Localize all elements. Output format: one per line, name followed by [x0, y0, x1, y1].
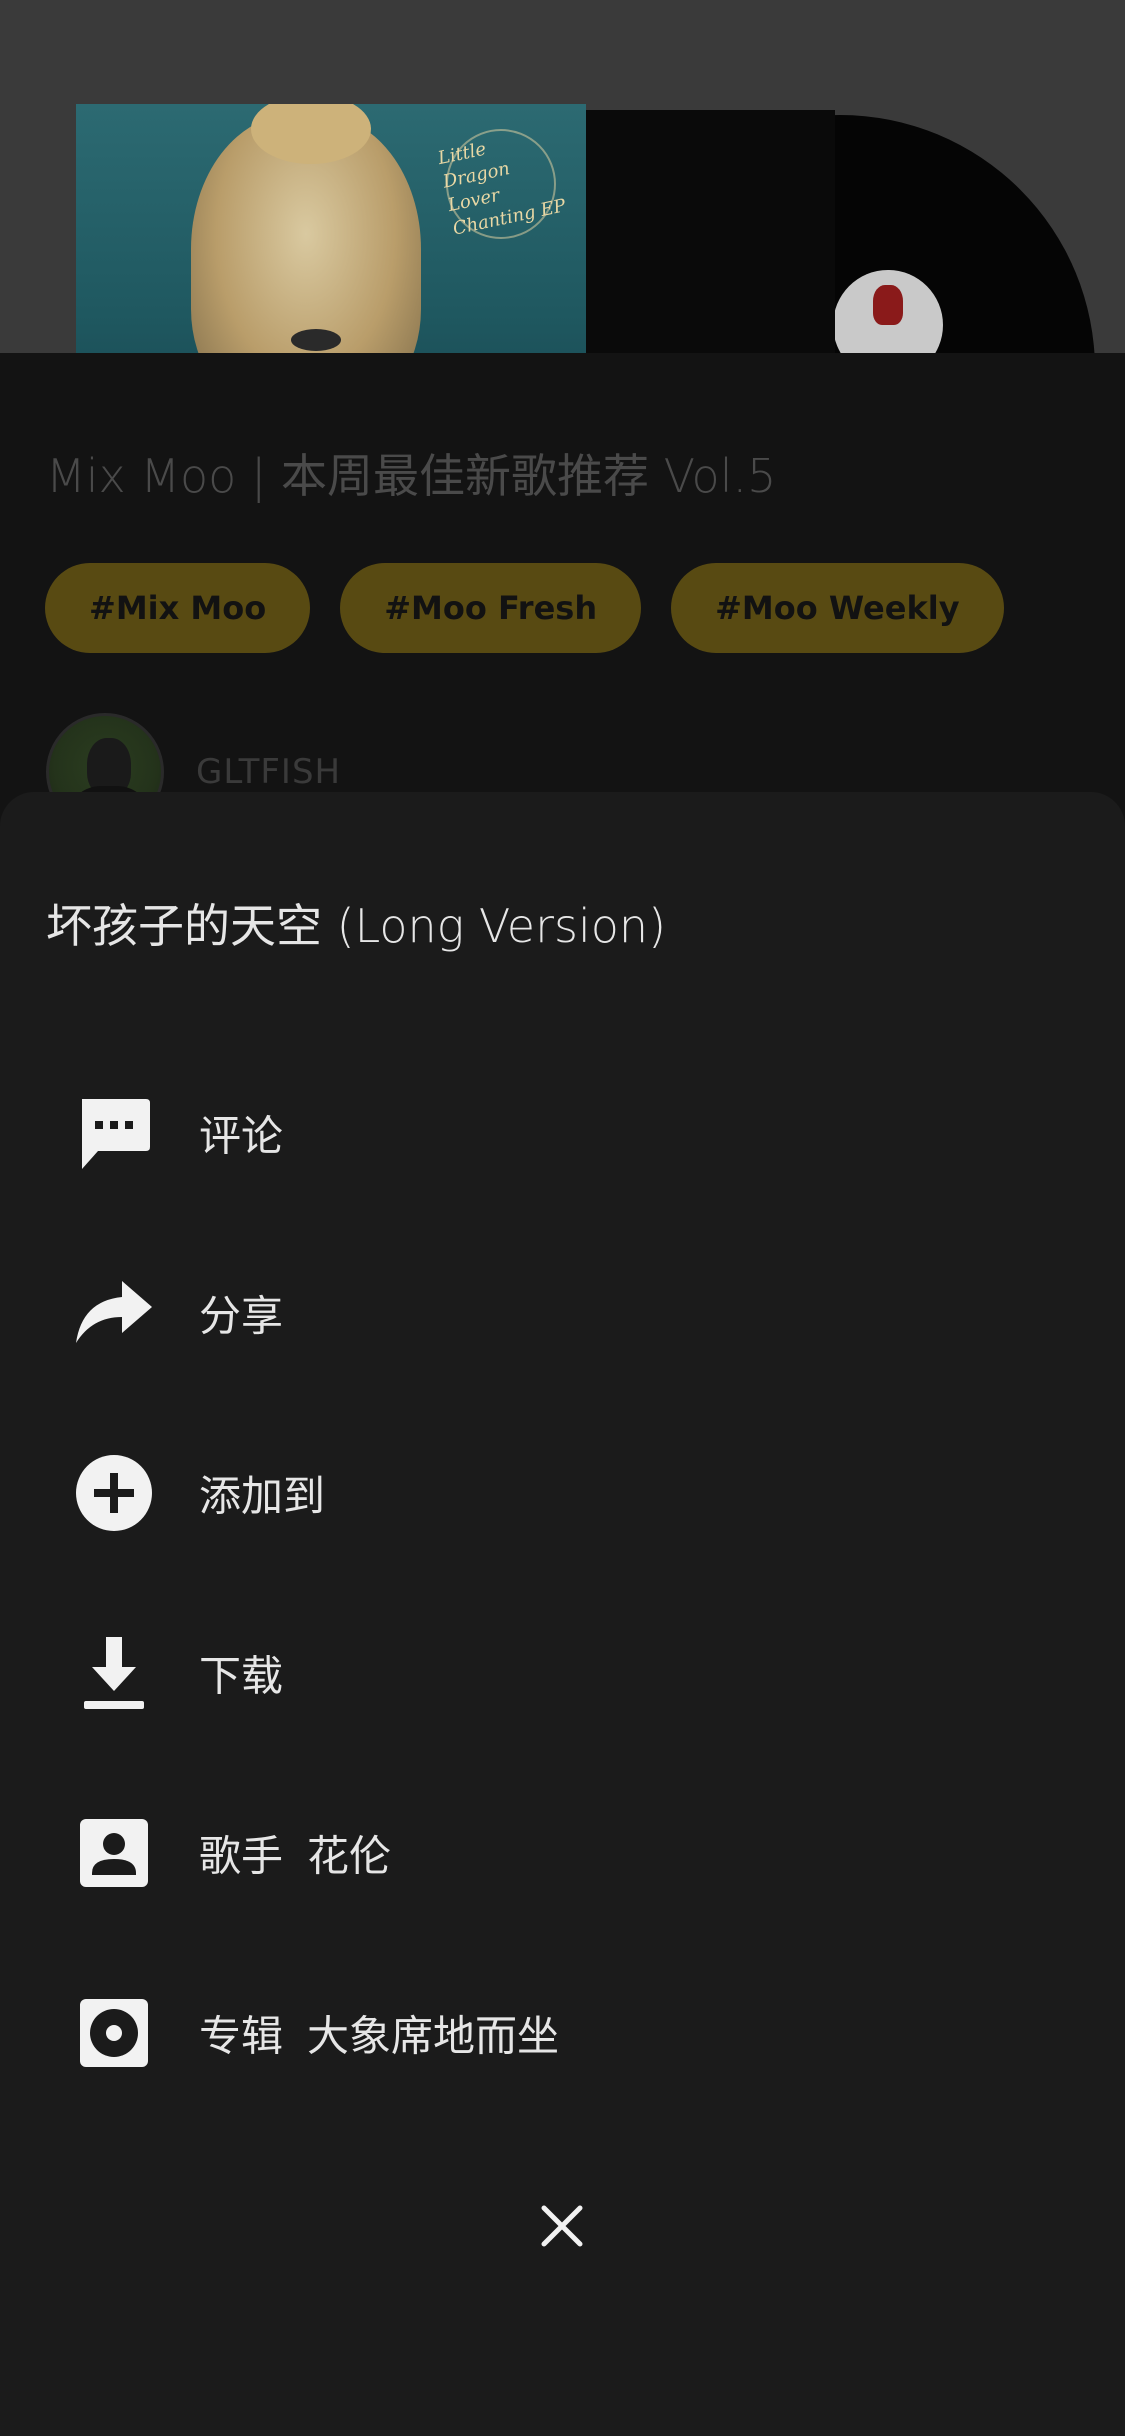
album-icon [74, 1993, 154, 2073]
cover-eye [291, 329, 341, 351]
tag-moo-weekly: #Moo Weekly [671, 563, 1004, 653]
screen: Little Dragon Lover Chanting EP Mix Moo … [0, 0, 1125, 2436]
share-icon [74, 1273, 154, 1353]
menu-item-add-to[interactable]: 添加到 [0, 1403, 1125, 1583]
album-label: 专辑 [199, 2011, 284, 2061]
song-action-sheet: 坏孩子的天空 (Long Version) 评论 分享 添加到 下载 歌手 花伦… [0, 792, 1125, 2436]
creator-name: GLTFISH [196, 752, 342, 792]
menu-item-album-label: 专辑 大象席地而坐 [199, 2003, 559, 2064]
menu-item-artist-label: 歌手 花伦 [199, 1823, 391, 1884]
comment-icon [74, 1093, 154, 1173]
tag-list: #Mix Moo #Moo Fresh #Moo Weekly [45, 563, 1004, 653]
close-icon [541, 2205, 583, 2247]
menu-item-share-label: 分享 [199, 1291, 284, 1341]
artist-name: 花伦 [307, 1831, 392, 1881]
record-sleeve [560, 110, 835, 353]
menu-item-download-label: 下载 [199, 1651, 284, 1701]
menu-item-album[interactable]: 专辑 大象席地而坐 [0, 1943, 1125, 2123]
menu-item-download[interactable]: 下载 [0, 1583, 1125, 1763]
tag-moo-fresh: #Moo Fresh [340, 563, 642, 653]
artist-icon [74, 1813, 154, 1893]
artist-label: 歌手 [199, 1831, 284, 1881]
cover-script-text: Little Dragon Lover Chanting EP [436, 138, 568, 240]
album-cover-image: Little Dragon Lover Chanting EP [76, 104, 586, 353]
playlist-title: Mix Moo | 本周最佳新歌推荐 Vol.5 [46, 449, 777, 503]
download-icon [74, 1633, 154, 1713]
menu-item-artist[interactable]: 歌手 花伦 [0, 1763, 1125, 1943]
song-title: 坏孩子的天空 (Long Version) [46, 899, 667, 953]
tag-mix-moo: #Mix Moo [45, 563, 311, 653]
menu-item-comment[interactable]: 评论 [0, 1043, 1125, 1223]
cover-header: Little Dragon Lover Chanting EP [0, 0, 1125, 353]
album-name: 大象席地而坐 [307, 2011, 560, 2061]
menu-item-share[interactable]: 分享 [0, 1223, 1125, 1403]
add-circle-icon [74, 1453, 154, 1533]
close-button[interactable] [532, 2196, 592, 2256]
menu-item-comment-label: 评论 [199, 1111, 284, 1161]
menu-item-add-to-label: 添加到 [199, 1471, 326, 1521]
